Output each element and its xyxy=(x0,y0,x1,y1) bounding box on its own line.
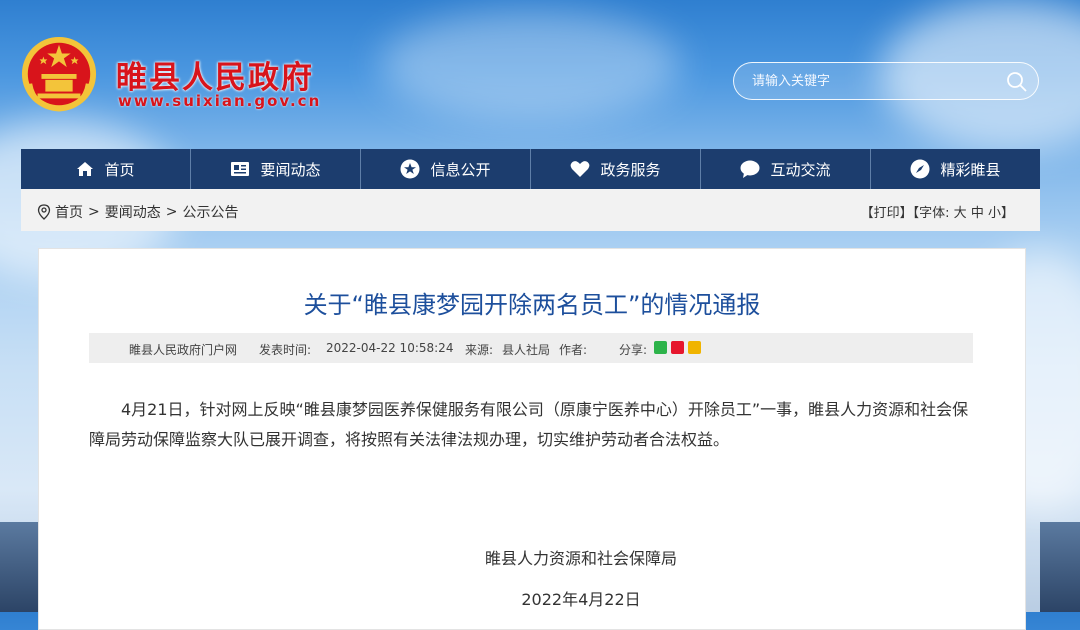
news-icon xyxy=(231,162,250,176)
breadcrumb-announcements[interactable]: 公示公告 xyxy=(182,202,238,222)
nav-item-info-disclosure[interactable]: 信息公开 xyxy=(361,149,531,189)
nav-label: 首页 xyxy=(104,160,135,179)
meta-share-label: 分享: xyxy=(619,343,648,357)
breadcrumb-home[interactable]: 首页 xyxy=(55,202,83,222)
nav-label: 要闻动态 xyxy=(260,160,321,179)
meta-source-label: 来源: xyxy=(465,343,494,357)
qq-share-icon[interactable] xyxy=(688,341,701,354)
meta-publish-label: 发表时间: xyxy=(259,343,312,357)
location-pin-icon xyxy=(37,204,51,220)
home-icon xyxy=(77,162,94,176)
nav-label: 互动交流 xyxy=(770,160,831,179)
article-panel: 关于“睢县康梦园开除两名员工”的情况通报 睢县人民政府门户网 发表时间: 202… xyxy=(38,248,1026,630)
nav-item-gov-services[interactable]: 政务服务 xyxy=(531,149,701,189)
main-nav: 首页 要闻动态 信息公开 政务服务 互动交流 精彩睢县 xyxy=(21,149,1040,189)
chat-icon xyxy=(740,160,760,178)
nav-item-news[interactable]: 要闻动态 xyxy=(191,149,361,189)
breadcrumb-bar: 首页 > 要闻动态 > 公示公告 【打印】【字体: 大 中 小】 xyxy=(21,189,1040,231)
compass-icon xyxy=(910,159,930,179)
breadcrumb-separator: > xyxy=(88,204,100,220)
nav-label: 精彩睢县 xyxy=(940,160,1001,179)
national-emblem-logo[interactable] xyxy=(20,34,98,114)
nav-label: 信息公开 xyxy=(430,160,491,179)
city-skyline-left xyxy=(0,522,38,612)
nav-item-suixian[interactable]: 精彩睢县 xyxy=(871,149,1040,189)
breadcrumb-separator: > xyxy=(165,204,178,220)
font-large-button[interactable]: 大 xyxy=(954,206,967,221)
search-box xyxy=(733,62,1039,100)
meta-author-label: 作者: xyxy=(559,343,588,357)
article-title: 关于“睢县康梦园开除两名员工”的情况通报 xyxy=(303,291,761,319)
font-medium-button[interactable]: 中 xyxy=(971,206,984,221)
nav-item-home[interactable]: 首页 xyxy=(21,149,191,189)
site-url: www.suixian.gov.cn xyxy=(118,92,322,110)
site-title[interactable]: 睢县人民政府 xyxy=(116,52,314,97)
star-icon xyxy=(400,159,420,179)
breadcrumb-news[interactable]: 要闻动态 xyxy=(105,202,161,222)
nav-label: 政务服务 xyxy=(600,160,661,179)
meta-source: 县人社局 xyxy=(502,343,551,357)
font-size-suffix: 】 xyxy=(1000,206,1014,221)
font-size-label: 【字体: xyxy=(912,206,954,221)
page-tools: 【打印】【字体: 大 中 小】 xyxy=(861,202,1014,221)
breadcrumb: 首页 > 要闻动态 > 公示公告 xyxy=(37,202,238,222)
article-date: 2022年4月22日 xyxy=(521,590,641,609)
article-meta: 睢县人民政府门户网 发表时间: 2022-04-22 10:58:24 来源: … xyxy=(89,333,973,363)
print-button[interactable]: 【打印】 xyxy=(861,206,913,221)
site-header: 睢县人民政府 www.suixian.gov.cn xyxy=(0,0,1080,148)
meta-publish-time: 2022-04-22 10:58:24 xyxy=(326,341,454,355)
article-signature: 睢县人力资源和社会保障局 xyxy=(484,549,677,568)
nav-item-interaction[interactable]: 互动交流 xyxy=(701,149,871,189)
search-icon[interactable] xyxy=(1006,71,1028,93)
heart-icon xyxy=(571,161,590,177)
article-body: 4月21日，针对网上反映“睢县康梦园医养保健服务有限公司（原康宁医养中心）开除员… xyxy=(89,400,969,449)
weibo-share-icon[interactable] xyxy=(671,341,684,354)
wechat-share-icon[interactable] xyxy=(654,341,667,354)
search-input[interactable] xyxy=(750,69,994,93)
meta-site: 睢县人民政府门户网 xyxy=(129,343,238,357)
font-small-button[interactable]: 小 xyxy=(988,206,1001,221)
